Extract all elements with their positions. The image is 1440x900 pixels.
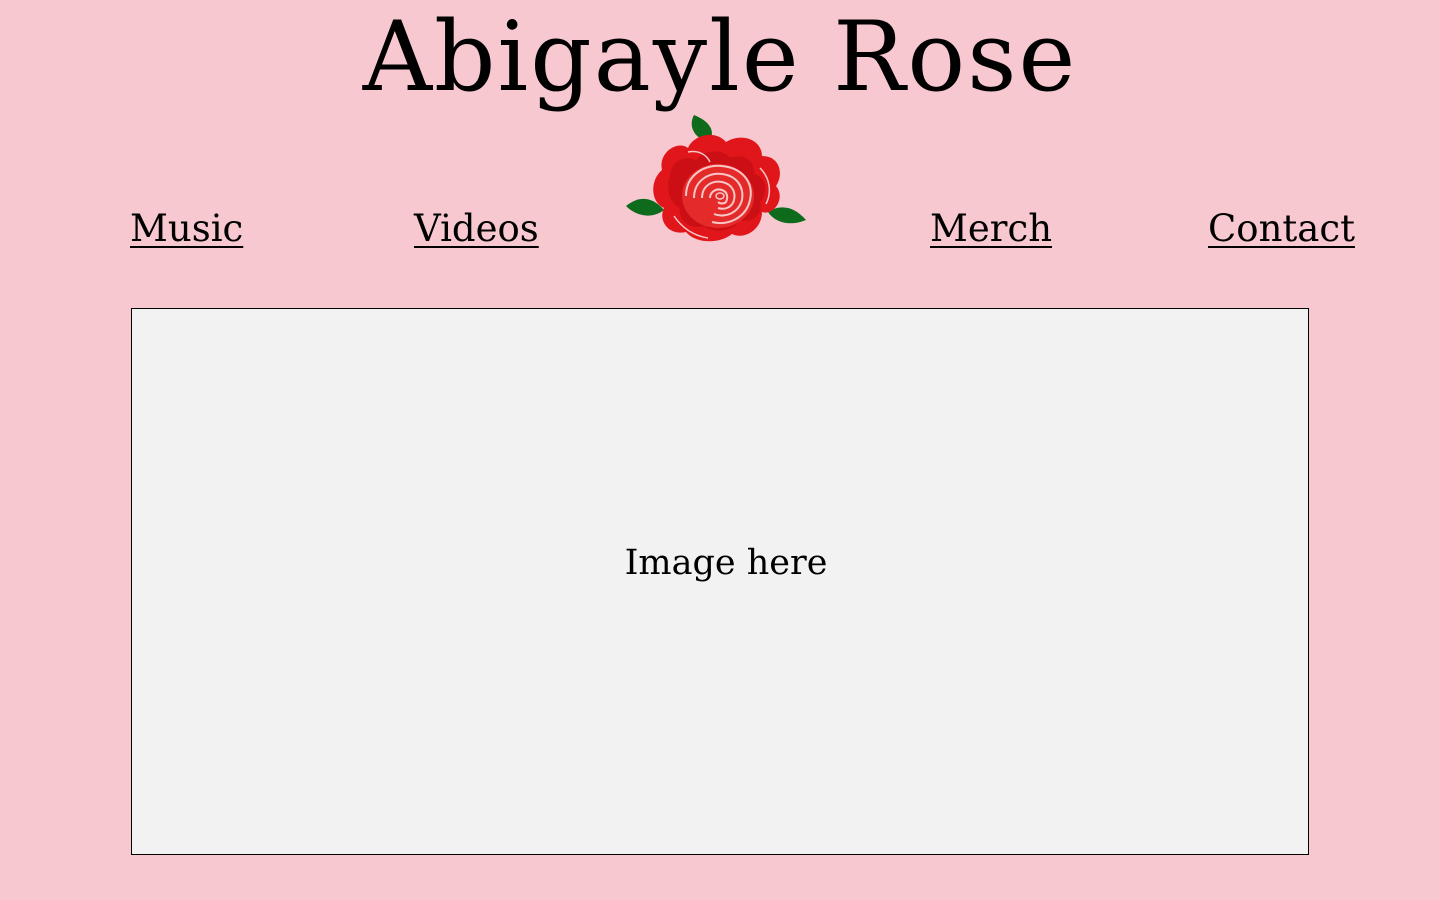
nav-link-videos[interactable]: Videos	[414, 207, 539, 251]
site-title: Abigayle Rose	[362, 1, 1078, 113]
nav-link-merch[interactable]: Merch	[930, 207, 1052, 251]
nav-link-contact[interactable]: Contact	[1208, 207, 1355, 251]
nav-link-music[interactable]: Music	[130, 207, 243, 251]
hero-image-placeholder: Image here	[131, 308, 1309, 855]
rose-icon	[626, 115, 806, 242]
page: Abigayle Rose Music Videos Merch Contact…	[0, 0, 1440, 900]
image-placeholder-label: Image here	[624, 542, 828, 583]
